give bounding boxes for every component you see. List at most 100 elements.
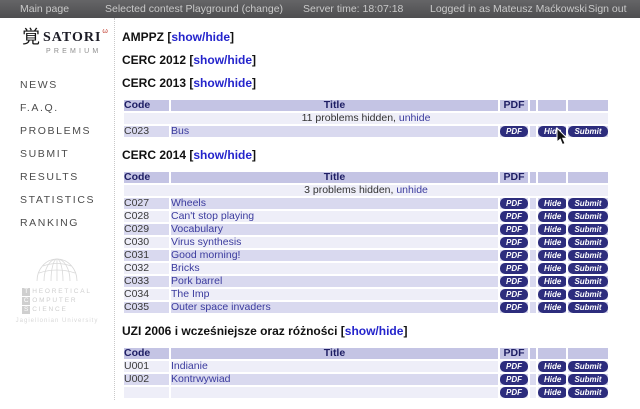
submit-button[interactable]: Submit bbox=[568, 361, 607, 372]
hide-button[interactable]: Hide bbox=[538, 387, 566, 398]
submit-button[interactable]: Submit bbox=[568, 126, 607, 137]
tcs-line-rest: OMPUTER bbox=[32, 297, 77, 304]
section-heading: CERC 2014 [show/hide] bbox=[122, 148, 627, 162]
hide-button[interactable]: Hide bbox=[538, 211, 566, 222]
hide-button[interactable]: Hide bbox=[538, 237, 566, 248]
problem-title-link[interactable]: Good morning! bbox=[171, 250, 240, 261]
problem-title-link[interactable]: Bricks bbox=[171, 263, 200, 274]
col-header-submit bbox=[568, 172, 608, 183]
problems-table: CodeTitlePDF11 problems hidden, unhideC0… bbox=[122, 98, 610, 139]
pdf-button[interactable]: PDF bbox=[500, 361, 528, 372]
satori-logo[interactable]: 覚 SATORI ω PREMIUM bbox=[22, 28, 114, 55]
submit-cell: Submit bbox=[568, 224, 608, 235]
problem-code: C035 bbox=[124, 302, 169, 313]
show-hide-link[interactable]: show/hide bbox=[193, 53, 252, 67]
sidebar-item-faq[interactable]: F.A.Q. bbox=[20, 102, 114, 114]
server-time: Server time: 18:07:18 bbox=[303, 0, 403, 18]
main-page-link[interactable]: Main page bbox=[20, 0, 69, 18]
section-heading: UZI 2006 i wcześniejsze oraz różności [s… bbox=[122, 324, 627, 338]
sidebar-item-statistics[interactable]: STATISTICS bbox=[20, 194, 114, 206]
pdf-button[interactable]: PDF bbox=[500, 126, 528, 137]
sidebar-item-submit[interactable]: SUBMIT bbox=[20, 148, 114, 160]
submit-button[interactable]: Submit bbox=[568, 263, 607, 274]
hide-button[interactable]: Hide bbox=[538, 198, 566, 209]
problem-title-link[interactable]: Vocabulary bbox=[171, 224, 223, 235]
problem-title-link[interactable]: Wheels bbox=[171, 198, 206, 209]
submit-button[interactable]: Submit bbox=[568, 224, 607, 235]
problem-title-cell: Kontrwywiad bbox=[171, 374, 498, 385]
pdf-button[interactable]: PDF bbox=[500, 250, 528, 261]
submit-button[interactable]: Submit bbox=[568, 387, 607, 398]
hide-button[interactable]: Hide bbox=[538, 374, 566, 385]
submit-button[interactable]: Submit bbox=[568, 198, 607, 209]
pdf-cell: PDF bbox=[500, 289, 528, 300]
problem-title-link[interactable]: Kontrwywiad bbox=[171, 374, 231, 385]
pdf-button[interactable]: PDF bbox=[500, 237, 528, 248]
problem-row: U002KontrwywiadPDFHideSubmit bbox=[124, 374, 608, 385]
pdf-cell: PDF bbox=[500, 224, 528, 235]
pdf-button[interactable]: PDF bbox=[500, 302, 528, 313]
problem-title-link[interactable]: The Imp bbox=[171, 289, 210, 300]
hide-button[interactable]: Hide bbox=[538, 361, 566, 372]
problem-title-link[interactable]: Bus bbox=[171, 126, 189, 137]
col-header-submit bbox=[568, 348, 608, 359]
pdf-button[interactable]: PDF bbox=[500, 289, 528, 300]
problem-title-link[interactable]: Indianie bbox=[171, 361, 208, 372]
problem-title-cell: Virus synthesis bbox=[171, 237, 498, 248]
selected-contest-link[interactable]: Selected contest Playground (change) bbox=[105, 0, 283, 18]
tcs-letter-box: S bbox=[22, 306, 30, 314]
submit-button[interactable]: Submit bbox=[568, 237, 607, 248]
submit-button[interactable]: Submit bbox=[568, 250, 607, 261]
show-hide-link[interactable]: show/hide bbox=[345, 324, 404, 338]
hide-button[interactable]: Hide bbox=[538, 250, 566, 261]
pdf-button[interactable]: PDF bbox=[500, 224, 528, 235]
top-bar: Main page Selected contest Playground (c… bbox=[0, 0, 640, 18]
bracket-close: ] bbox=[252, 53, 256, 67]
hide-button[interactable]: Hide bbox=[538, 126, 566, 137]
section-heading: AMPPZ [show/hide] bbox=[122, 30, 627, 44]
hide-button[interactable]: Hide bbox=[538, 263, 566, 274]
hide-button[interactable]: Hide bbox=[538, 289, 566, 300]
problem-title-link[interactable]: Pork barrel bbox=[171, 276, 222, 287]
pdf-button[interactable]: PDF bbox=[500, 276, 528, 287]
unhide-link[interactable]: unhide bbox=[399, 113, 431, 124]
problem-title-link[interactable]: Can't stop playing bbox=[171, 211, 254, 222]
problem-title-link[interactable]: Virus synthesis bbox=[171, 237, 241, 248]
submit-button[interactable]: Submit bbox=[568, 302, 607, 313]
hide-button[interactable]: Hide bbox=[538, 302, 566, 313]
hide-button[interactable]: Hide bbox=[538, 224, 566, 235]
problem-code: C033 bbox=[124, 276, 169, 287]
tcs-text-lines: THEORETICALCOMPUTERSCIENCE bbox=[22, 287, 92, 314]
hide-cell: Hide bbox=[538, 250, 566, 261]
unhide-link[interactable]: unhide bbox=[396, 185, 428, 196]
spacer-cell bbox=[530, 374, 536, 385]
show-hide-link[interactable]: show/hide bbox=[193, 148, 252, 162]
submit-button[interactable]: Submit bbox=[568, 276, 607, 287]
submit-button[interactable]: Submit bbox=[568, 374, 607, 385]
sidebar-item-problems[interactable]: PROBLEMS bbox=[20, 125, 114, 137]
pdf-button[interactable]: PDF bbox=[500, 263, 528, 274]
submit-button[interactable]: Submit bbox=[568, 289, 607, 300]
show-hide-link[interactable]: show/hide bbox=[193, 76, 252, 90]
pdf-button[interactable]: PDF bbox=[500, 198, 528, 209]
problem-row: C032Bricks PDF HideSubmit bbox=[124, 263, 608, 274]
col-header-hide bbox=[538, 172, 566, 183]
problem-code: C034 bbox=[124, 289, 169, 300]
problem-title-link[interactable]: Outer space invaders bbox=[171, 302, 271, 313]
sidebar-item-ranking[interactable]: RANKING bbox=[20, 217, 114, 229]
sidebar-item-results[interactable]: RESULTS bbox=[20, 171, 114, 183]
show-hide-link[interactable]: show/hide bbox=[171, 30, 230, 44]
problem-row: C027WheelsPDFHideSubmit bbox=[124, 198, 608, 209]
sidebar-item-news[interactable]: NEWS bbox=[20, 79, 114, 91]
problem-code: C023 bbox=[124, 126, 169, 137]
pdf-button[interactable]: PDF bbox=[500, 387, 528, 398]
pdf-button[interactable]: PDF bbox=[500, 374, 528, 385]
submit-button[interactable]: Submit bbox=[568, 211, 607, 222]
problem-title-cell: Bricks bbox=[171, 263, 498, 274]
section-heading: CERC 2012 [show/hide] bbox=[122, 53, 627, 67]
problem-code: C032 bbox=[124, 263, 169, 274]
pdf-button[interactable]: PDF bbox=[500, 211, 528, 222]
hide-button[interactable]: Hide bbox=[538, 276, 566, 287]
sign-out-link[interactable]: Sign out bbox=[588, 0, 627, 18]
col-header-hide bbox=[538, 348, 566, 359]
